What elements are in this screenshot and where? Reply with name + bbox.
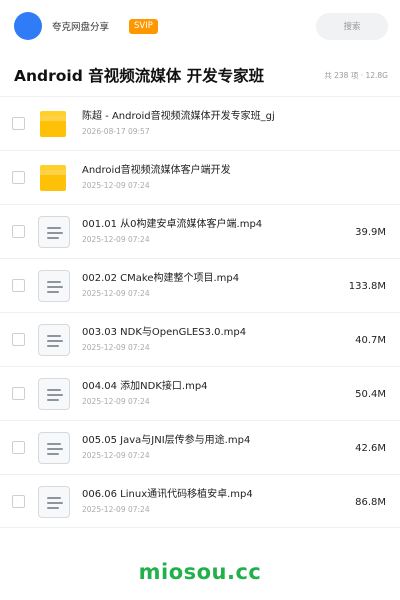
list-item[interactable]: Android音视频流媒体客户端开发 2025-12-09 07:24 <box>0 150 400 204</box>
site-watermark: miosou.cc <box>138 560 262 584</box>
video-file-icon <box>38 324 70 356</box>
video-file-icon <box>38 486 70 518</box>
item-date: 2025-12-09 07:24 <box>82 451 150 460</box>
row-checkbox[interactable] <box>12 441 25 454</box>
svip-badge: SVIP <box>129 18 158 34</box>
search-button[interactable]: 搜索 <box>316 12 388 40</box>
item-size: 86.8M <box>355 497 386 508</box>
brand-name: 夸克网盘分享 <box>52 22 110 33</box>
item-size: 39.9M <box>355 227 386 238</box>
folder-icon <box>38 162 70 194</box>
list-item[interactable]: 002.02 CMake构建整个项目.mp4 2025-12-09 07:24 … <box>0 258 400 312</box>
list-item[interactable]: 005.05 Java与JNI层传参与用途.mp4 2025-12-09 07:… <box>0 420 400 474</box>
folder-title-row: Android 音视频流媒体 开发专家班 共 238 项 · 12.8G <box>0 62 400 88</box>
item-name: 006.06 Linux通讯代码移植安卓.mp4 <box>82 489 253 500</box>
row-checkbox[interactable] <box>12 225 25 238</box>
video-file-icon <box>38 432 70 464</box>
item-size: 42.6M <box>355 443 386 454</box>
row-checkbox[interactable] <box>12 333 25 346</box>
list-item[interactable]: 陈超 - Android音视频流媒体开发专家班_gj 2026-08-17 09… <box>0 96 400 150</box>
avatar[interactable] <box>14 12 42 40</box>
video-file-icon <box>38 270 70 302</box>
item-name: 陈超 - Android音视频流媒体开发专家班_gj <box>82 111 275 122</box>
item-date: 2025-12-09 07:24 <box>82 289 150 298</box>
list-item[interactable]: 006.06 Linux通讯代码移植安卓.mp4 2025-12-09 07:2… <box>0 474 400 528</box>
item-date: 2026-08-17 09:57 <box>82 127 150 136</box>
page-title: Android 音视频流媒体 开发专家班 <box>14 67 265 85</box>
file-list: 陈超 - Android音视频流媒体开发专家班_gj 2026-08-17 09… <box>0 96 400 528</box>
row-checkbox[interactable] <box>12 117 25 130</box>
row-checkbox[interactable] <box>12 495 25 508</box>
item-date: 2025-12-09 07:24 <box>82 235 150 244</box>
list-item[interactable]: 001.01 从0构建安卓流媒体客户端.mp4 2025-12-09 07:24… <box>0 204 400 258</box>
item-name: Android音视频流媒体客户端开发 <box>82 165 231 176</box>
item-date: 2025-12-09 07:24 <box>82 505 150 514</box>
row-checkbox[interactable] <box>12 387 25 400</box>
video-file-icon <box>38 216 70 248</box>
list-item[interactable]: 004.04 添加NDK接口.mp4 2025-12-09 07:24 50.4… <box>0 366 400 420</box>
folder-icon <box>38 108 70 140</box>
item-name: 003.03 NDK与OpenGLES3.0.mp4 <box>82 327 247 338</box>
item-date: 2025-12-09 07:24 <box>82 343 150 352</box>
item-size: 50.4M <box>355 389 386 400</box>
item-name: 001.01 从0构建安卓流媒体客户端.mp4 <box>82 219 263 230</box>
folder-meta: 共 238 项 · 12.8G <box>324 70 388 80</box>
row-checkbox[interactable] <box>12 171 25 184</box>
item-name: 004.04 添加NDK接口.mp4 <box>82 381 208 392</box>
item-date: 2025-12-09 07:24 <box>82 397 150 406</box>
search-label: 搜索 <box>343 22 361 32</box>
item-name: 005.05 Java与JNI层传参与用途.mp4 <box>82 435 251 446</box>
row-checkbox[interactable] <box>12 279 25 292</box>
item-name: 002.02 CMake构建整个项目.mp4 <box>82 273 240 284</box>
item-size: 133.8M <box>348 281 386 292</box>
item-size: 40.7M <box>355 335 386 346</box>
item-date: 2025-12-09 07:24 <box>82 181 150 190</box>
app-header: 夸克网盘分享 SVIP 搜索 <box>0 0 400 52</box>
video-file-icon <box>38 378 70 410</box>
list-item[interactable]: 003.03 NDK与OpenGLES3.0.mp4 2025-12-09 07… <box>0 312 400 366</box>
